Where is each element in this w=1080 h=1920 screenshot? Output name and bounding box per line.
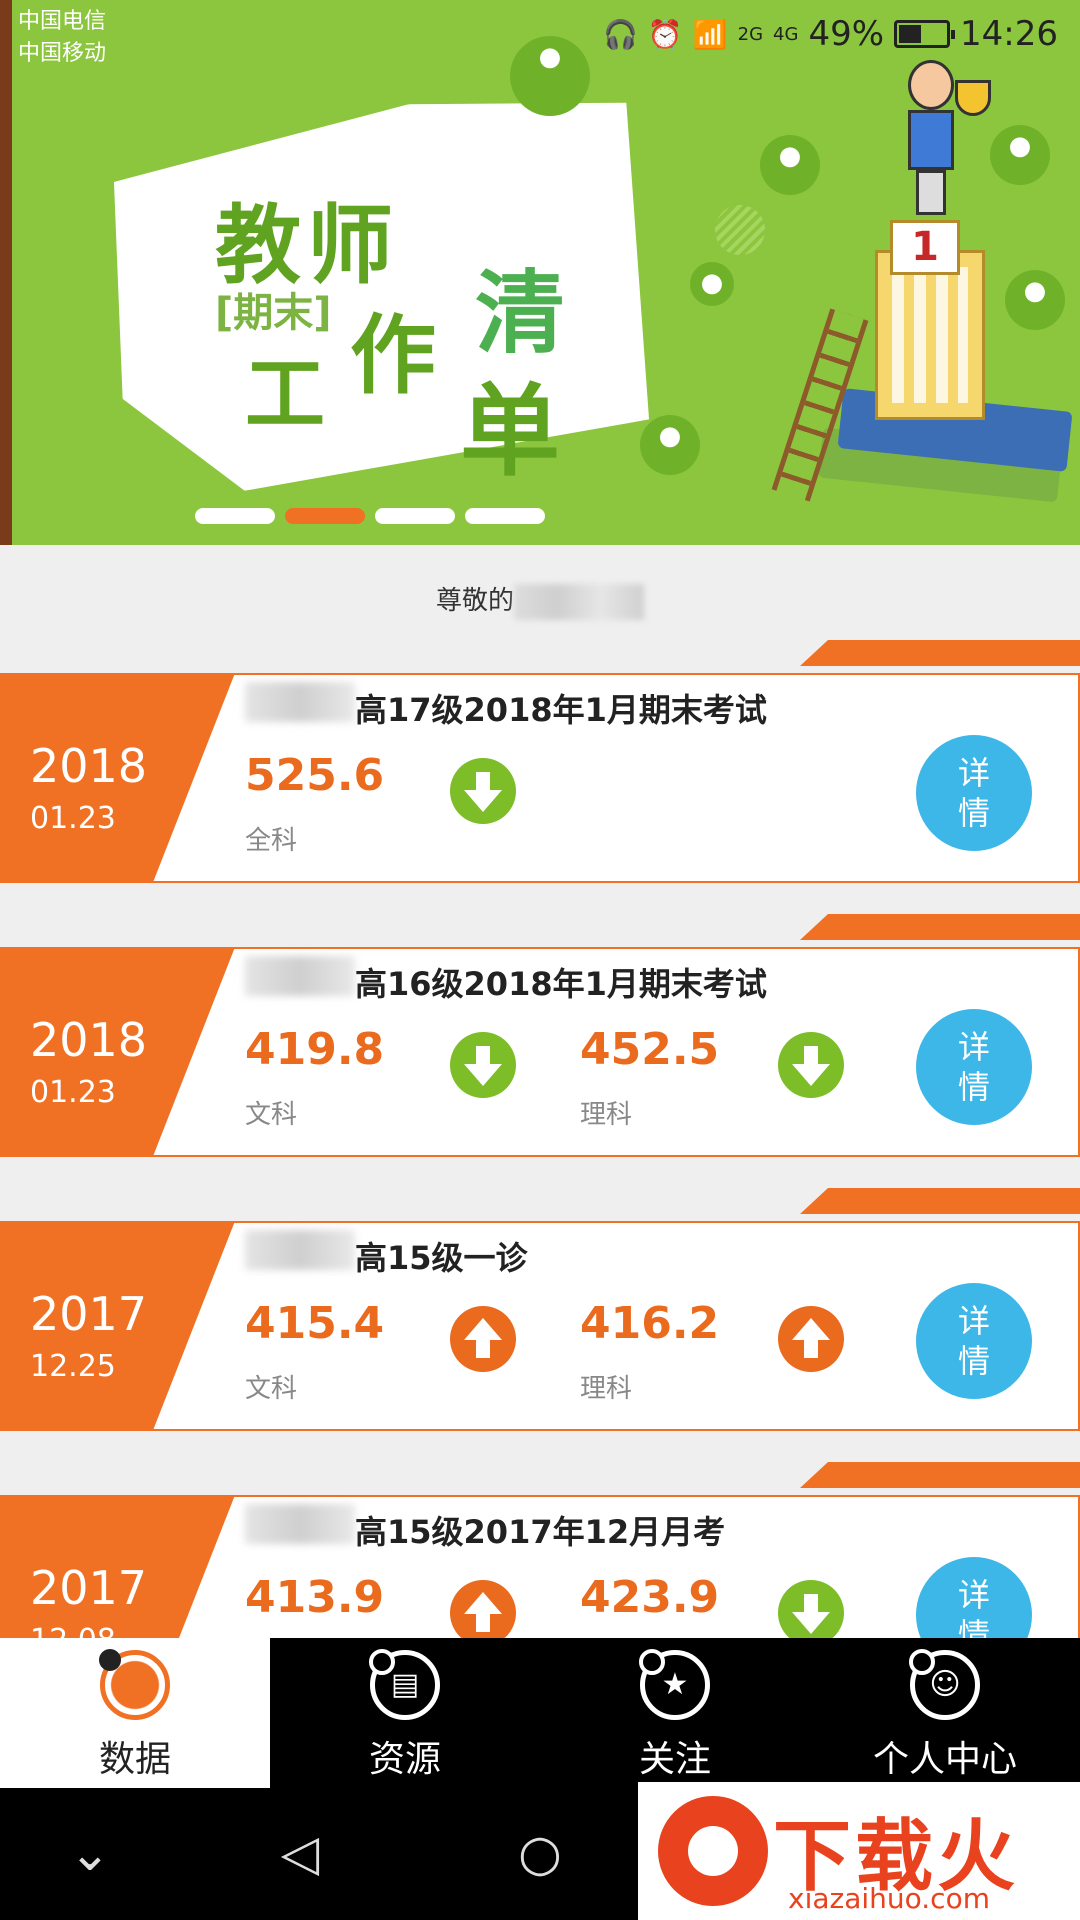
trend-down-icon: [450, 758, 516, 824]
tab-label: 数据: [98, 1739, 171, 1780]
data-icon: [99, 1649, 170, 1720]
tab-label: 资源: [368, 1739, 441, 1780]
exam-monthday: 12.25: [30, 1349, 116, 1384]
exam-title: 高15级一诊: [355, 1239, 528, 1277]
greeting-prefix: 尊敬的: [435, 586, 514, 616]
score-subject: 理科: [580, 1100, 633, 1130]
score-value: 416.2: [580, 1298, 720, 1349]
tab-follow[interactable]: ★ 关注: [540, 1638, 810, 1788]
exam-year: 2018: [30, 1013, 148, 1067]
carousel-dot-1[interactable]: [195, 508, 275, 524]
carousel-dot-3[interactable]: [375, 508, 455, 524]
detail-button[interactable]: 详情: [916, 1009, 1032, 1125]
trend-up-icon: [450, 1306, 516, 1372]
home-icon[interactable]: ○: [500, 1818, 580, 1888]
user-icon: ☺: [909, 1649, 980, 1720]
avatar-icon: [690, 262, 734, 306]
redacted-school: [245, 1230, 355, 1270]
trend-up-icon: [778, 1306, 844, 1372]
exam-monthday: 01.23: [30, 1075, 116, 1110]
trend-down-icon: [778, 1032, 844, 1098]
status-carriers: 中国电信 中国移动: [18, 6, 106, 70]
score-subject: 文科: [245, 1374, 298, 1404]
redacted-school: [245, 1504, 355, 1544]
score-value: 415.4: [245, 1298, 385, 1349]
rank-box: 1: [890, 220, 960, 275]
carrier-2: 中国移动: [18, 41, 107, 66]
banner-title-list2: 单: [460, 373, 560, 490]
score-subject: 文科: [245, 1100, 298, 1130]
trend-down-icon: [778, 1580, 844, 1646]
bottom-tab-bar: 数据 ▤ 资源 ★ 关注 ☺ 个人中心: [0, 1638, 1080, 1788]
exam-year: 2017: [30, 1287, 148, 1341]
card-tab: [800, 640, 1080, 666]
alarm-icon: ⏰: [647, 17, 683, 51]
greeting: 尊敬的: [0, 580, 1080, 620]
avatar-icon: [510, 36, 590, 116]
decor-ball: [715, 205, 765, 255]
redacted-name: [514, 583, 644, 620]
banner-title-work1: 工: [245, 348, 325, 441]
carousel-dot-2[interactable]: [285, 508, 365, 524]
tab-label: 个人中心: [872, 1739, 1017, 1780]
exam-title: 高15级2017年12月月考: [355, 1513, 726, 1551]
avatar-icon: [640, 415, 700, 475]
cartoon-person: [900, 60, 960, 220]
score-value: 525.6: [245, 750, 385, 801]
card-tab: [800, 1188, 1080, 1214]
building: [875, 250, 985, 420]
exam-title: 高17级2018年1月期末考试: [355, 691, 767, 729]
banner-title-work2: 作: [350, 306, 436, 406]
back-icon[interactable]: ◁: [260, 1818, 340, 1888]
score-subject: 全科: [245, 826, 298, 856]
redacted-school: [245, 682, 355, 722]
banner-edge: [0, 0, 12, 545]
score-value: 413.9: [245, 1572, 385, 1623]
redacted-school: [245, 956, 355, 996]
score-value: 419.8: [245, 1024, 385, 1075]
exam-monthday: 01.23: [30, 801, 116, 836]
exam-year: 2018: [30, 739, 148, 793]
signal-2g: 2G: [737, 23, 764, 45]
exam-card[interactable]: 2017 12.25 高15级一诊 415.4 文科 416.2 理科 详情: [0, 1188, 1080, 1431]
trend-down-icon: [450, 1032, 516, 1098]
tab-profile[interactable]: ☺ 个人中心: [810, 1638, 1080, 1788]
carrier-1: 中国电信: [18, 9, 107, 34]
carousel-dots: [195, 508, 545, 524]
exam-card[interactable]: 2018 01.23 高16级2018年1月期末考试 419.8 文科 452.…: [0, 914, 1080, 1157]
watermark-url: xiazaihuo.com: [788, 1882, 990, 1915]
wifi-icon: 📶: [692, 17, 728, 51]
exam-title: 高16级2018年1月期末考试: [355, 965, 767, 1003]
detail-button[interactable]: 详情: [916, 1283, 1032, 1399]
banner-carousel[interactable]: 中国电信 中国移动 🎧 ⏰ 📶 2G 4G 49% 14:26 教师 [期末] …: [0, 0, 1080, 545]
resource-icon: ▤: [369, 1649, 440, 1720]
score-value: 452.5: [580, 1024, 720, 1075]
detail-button[interactable]: 详情: [916, 735, 1032, 851]
exam-year: 2017: [30, 1561, 148, 1615]
tab-data[interactable]: 数据: [0, 1638, 270, 1788]
tab-resource[interactable]: ▤ 资源: [270, 1638, 540, 1788]
card-tab: [800, 914, 1080, 940]
headphones-icon: 🎧: [603, 17, 638, 51]
watermark: 下载火 xiazaihuo.com: [638, 1782, 1080, 1920]
score-value: 423.9: [580, 1572, 720, 1623]
banner-illustration: 1: [771, 40, 1073, 520]
trend-up-icon: [450, 1580, 516, 1646]
score-subject: 理科: [580, 1374, 633, 1404]
trophy-icon: [955, 80, 991, 116]
card-tab: [800, 1462, 1080, 1488]
app-root: 中国电信 中国移动 🎧 ⏰ 📶 2G 4G 49% 14:26 教师 [期末] …: [0, 0, 1080, 1920]
tab-label: 关注: [638, 1739, 711, 1780]
star-icon: ★: [639, 1649, 710, 1720]
watermark-logo: [658, 1796, 768, 1906]
carousel-dot-4[interactable]: [465, 508, 545, 524]
collapse-icon[interactable]: ⌄: [50, 1818, 130, 1888]
exam-card[interactable]: 2018 01.23 高17级2018年1月期末考试 525.6 全科 详情: [0, 640, 1080, 883]
